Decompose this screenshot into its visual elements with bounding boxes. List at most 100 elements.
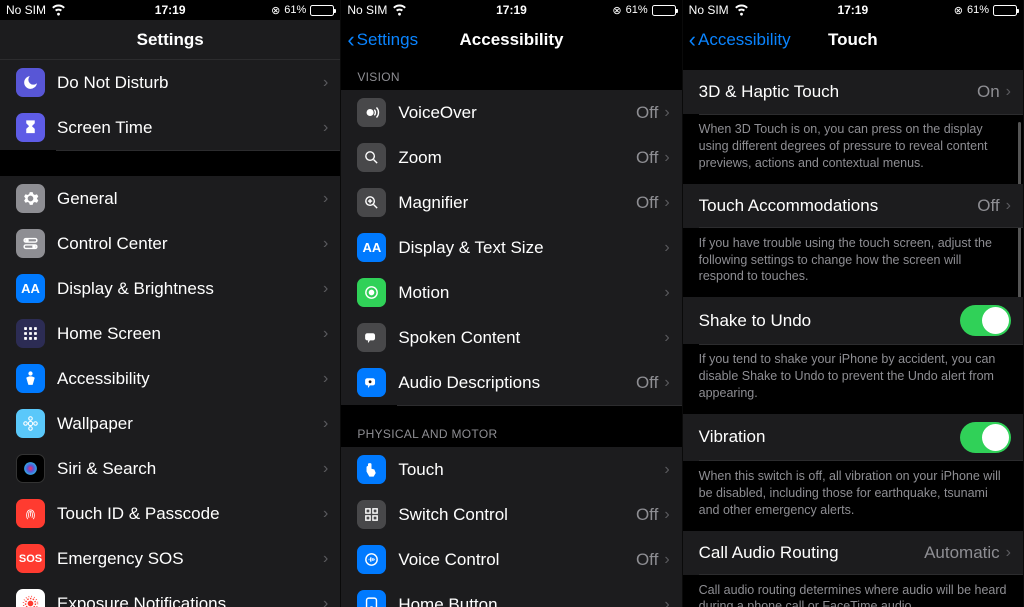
- exposure-icon: [16, 589, 45, 607]
- row-wallpaper[interactable]: Wallpaper ›: [0, 401, 340, 446]
- footer-text: Call audio routing determines where audi…: [683, 575, 1023, 607]
- row-label: Voice Control: [398, 550, 636, 570]
- row-emergency-sos[interactable]: SOS Emergency SOS ›: [0, 536, 340, 581]
- chevron-right-icon: ›: [323, 235, 328, 253]
- footer-text: If you tend to shake your iPhone by acci…: [683, 344, 1023, 414]
- settings-list[interactable]: Do Not Disturb › Screen Time › General ›…: [0, 60, 340, 607]
- row-screen-time[interactable]: Screen Time ›: [0, 105, 340, 150]
- chevron-right-icon: ›: [323, 325, 328, 343]
- row-voiceover[interactable]: VoiceOver Off ›: [341, 90, 681, 135]
- status-bar: No SIM 17:19 ⊗ 61%: [683, 0, 1023, 20]
- row-label: Home Button: [398, 595, 664, 607]
- back-button[interactable]: ‹ Settings: [341, 29, 418, 51]
- battery-icon: [993, 5, 1017, 16]
- chevron-right-icon: ›: [664, 461, 669, 479]
- chevron-right-icon: ›: [664, 104, 669, 122]
- battery-pct: 61%: [967, 4, 989, 16]
- row-value: Off: [636, 373, 658, 393]
- row-vibration: Vibration: [683, 414, 1023, 461]
- row-shake-to-undo: Shake to Undo: [683, 297, 1023, 344]
- row-label: Exposure Notifications: [57, 594, 323, 607]
- row-exposure-notifications[interactable]: Exposure Notifications ›: [0, 581, 340, 607]
- wifi-icon: [391, 0, 408, 20]
- row-value: Off: [636, 550, 658, 570]
- status-bar: No SIM 17:19 ⊗ 61%: [341, 0, 681, 20]
- back-button[interactable]: ‹ Accessibility: [683, 29, 791, 51]
- row-motion[interactable]: Motion ›: [341, 270, 681, 315]
- row-display-brightness[interactable]: AA Display & Brightness ›: [0, 266, 340, 311]
- row-touch-id-passcode[interactable]: Touch ID & Passcode ›: [0, 491, 340, 536]
- switches-icon: [16, 229, 45, 258]
- motion-icon: [357, 278, 386, 307]
- row-audio-descriptions[interactable]: Audio Descriptions Off ›: [341, 360, 681, 405]
- toggle-shake-to-undo[interactable]: [960, 305, 1011, 336]
- row-label: VoiceOver: [398, 103, 636, 123]
- battery-icon: [652, 5, 676, 16]
- row-label: Switch Control: [398, 505, 636, 525]
- voiceover-icon: [357, 98, 386, 127]
- row-voice-control[interactable]: Voice Control Off ›: [341, 537, 681, 582]
- row-label: Spoken Content: [398, 328, 664, 348]
- section-header-vision: Vision: [341, 60, 681, 90]
- nav-bar: ‹ Settings Accessibility: [341, 20, 681, 60]
- person-icon: [16, 364, 45, 393]
- row-label: 3D & Haptic Touch: [699, 82, 977, 102]
- touch-screen: No SIM 17:19 ⊗ 61% ‹ Accessibility Touch…: [683, 0, 1024, 607]
- row-label: Call Audio Routing: [699, 543, 924, 563]
- page-title: Accessibility: [460, 30, 564, 50]
- touch-icon: [357, 455, 386, 484]
- row-label: Display & Text Size: [398, 238, 664, 258]
- row-accessibility[interactable]: Accessibility ›: [0, 356, 340, 401]
- chevron-right-icon: ›: [323, 550, 328, 568]
- row-label: Accessibility: [57, 369, 323, 389]
- chevron-right-icon: ›: [323, 415, 328, 433]
- audio-icon: [357, 368, 386, 397]
- row-control-center[interactable]: Control Center ›: [0, 221, 340, 266]
- toggle-vibration[interactable]: [960, 422, 1011, 453]
- wifi-icon: [50, 0, 67, 20]
- row-switch-control[interactable]: Switch Control Off ›: [341, 492, 681, 537]
- row-3d-haptic-touch[interactable]: 3D & Haptic Touch On ›: [683, 70, 1023, 114]
- status-bar: No SIM 17:19 ⊗ 61%: [0, 0, 340, 20]
- row-call-audio-routing[interactable]: Call Audio Routing Automatic ›: [683, 531, 1023, 575]
- hourglass-icon: [16, 113, 45, 142]
- row-do-not-disturb[interactable]: Do Not Disturb ›: [0, 60, 340, 105]
- row-display-text-size[interactable]: AA Display & Text Size ›: [341, 225, 681, 270]
- row-spoken-content[interactable]: Spoken Content ›: [341, 315, 681, 360]
- chevron-right-icon: ›: [323, 370, 328, 388]
- row-value: Off: [977, 196, 999, 216]
- row-siri-search[interactable]: Siri & Search ›: [0, 446, 340, 491]
- gear-icon: [16, 184, 45, 213]
- battery-icon: [310, 5, 334, 16]
- accessibility-list[interactable]: Vision VoiceOver Off › Zoom Off › Magnif…: [341, 60, 681, 607]
- battery-pct: 61%: [626, 4, 648, 16]
- battery-pct: 61%: [284, 4, 306, 16]
- row-label: Touch Accommodations: [699, 196, 978, 216]
- row-value: Off: [636, 148, 658, 168]
- row-zoom[interactable]: Zoom Off ›: [341, 135, 681, 180]
- chevron-right-icon: ›: [664, 239, 669, 257]
- row-magnifier[interactable]: Magnifier Off ›: [341, 180, 681, 225]
- chevron-left-icon: ‹: [347, 29, 354, 51]
- nav-bar: ‹ Accessibility Touch: [683, 20, 1023, 60]
- touch-list[interactable]: 3D & Haptic Touch On › When 3D Touch is …: [683, 60, 1023, 607]
- accessibility-screen: No SIM 17:19 ⊗ 61% ‹ Settings Accessibil…: [341, 0, 682, 607]
- nav-bar: Settings: [0, 20, 340, 60]
- row-label: Wallpaper: [57, 414, 323, 434]
- clock: 17:19: [496, 3, 527, 17]
- moon-icon: [16, 68, 45, 97]
- wifi-icon: [733, 0, 750, 20]
- chevron-right-icon: ›: [1006, 83, 1011, 101]
- row-home-screen[interactable]: Home Screen ›: [0, 311, 340, 356]
- row-touch-accommodations[interactable]: Touch Accommodations Off ›: [683, 184, 1023, 228]
- switch-icon: [357, 500, 386, 529]
- page-title: Settings: [137, 30, 204, 50]
- row-value: Off: [636, 193, 658, 213]
- row-general[interactable]: General ›: [0, 176, 340, 221]
- clock: 17:19: [837, 3, 868, 17]
- row-home-button[interactable]: Home Button ›: [341, 582, 681, 607]
- chevron-right-icon: ›: [664, 284, 669, 302]
- sos-icon: SOS: [16, 544, 45, 573]
- row-touch[interactable]: Touch ›: [341, 447, 681, 492]
- row-label: Shake to Undo: [699, 311, 960, 331]
